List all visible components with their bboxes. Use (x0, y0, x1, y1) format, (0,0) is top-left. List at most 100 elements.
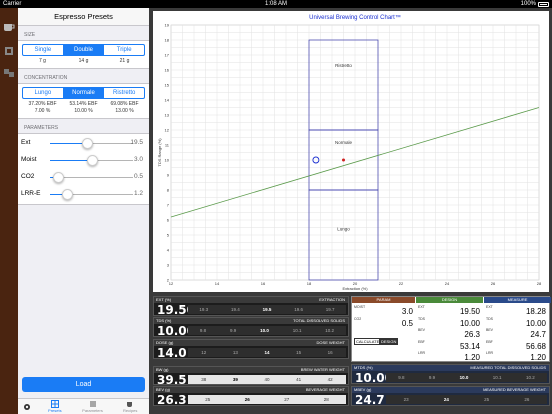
measure-value: 24.7 (530, 330, 546, 339)
gauge-value: 14.0 (157, 346, 187, 360)
chart-svg: RistrettoNormaleLungo12 14 16 18 20 22 24 26 282… (157, 14, 542, 291)
metric-key: LRR (486, 351, 494, 355)
size-card: Single Double Triple 7 g 14 g 21 g (18, 40, 149, 69)
param-slider-knob[interactable] (53, 172, 65, 183)
size-dose: 7 g (39, 58, 46, 64)
design-button[interactable]: DESIGN (379, 338, 399, 345)
y-tick-label: 12 (165, 128, 170, 133)
param-row: Ext 19.5 (18, 135, 149, 152)
scale-tick: 38 (201, 377, 207, 382)
gauge-scale[interactable]: 9.8 9.9 10.0 10.1 10.2 (188, 326, 346, 335)
param-slider-knob[interactable] (61, 189, 73, 200)
gauge-scale[interactable]: 9.8 9.9 10.0 10.1 10.2 (386, 373, 547, 382)
conc-option-lungo[interactable]: Lungo (23, 88, 64, 98)
scale-tick: 10.0 (260, 328, 269, 333)
table-header: PARAM (352, 297, 415, 303)
y-tick-label: 15 (165, 83, 170, 88)
param-row: LRR-E 1.2 (18, 186, 149, 203)
scale-tick: 10.1 (492, 375, 502, 380)
chart-title: Universal Brewing Control Chart™ (309, 14, 401, 21)
concentration-card: Lungo Normale Ristretto 37.20% EBF 53.14… (18, 83, 149, 119)
region-label: Ristretto (335, 63, 352, 68)
conc-option-ristretto[interactable]: Ristretto (104, 88, 144, 98)
scale-tick: 16 (327, 350, 333, 355)
tab-parameters[interactable]: Parameters (74, 399, 112, 414)
y-tick-label: 14 (165, 98, 170, 103)
region-label: Lungo (337, 227, 350, 232)
conc-ebf: 69.08% EBF (110, 101, 139, 107)
param-name: CO2 (21, 173, 35, 180)
param-slider-knob[interactable] (86, 155, 98, 166)
conc-ebf: 37.20% EBF (28, 101, 57, 107)
param-value: 1.2 (133, 190, 143, 197)
conc-option-normale[interactable]: Normale (63, 88, 105, 98)
size-option-triple[interactable]: Triple (104, 45, 144, 55)
param-key: CO2 (354, 316, 362, 321)
gauge-bw[interactable]: BW (g) BREW WATER WEIGHT 39.5 38 39 40 41 42 (153, 366, 349, 387)
metric-key: LRR (418, 351, 426, 355)
metric-key: EXT (486, 305, 493, 309)
tab-recipes[interactable]: Recipes (111, 399, 149, 414)
gauge-dose[interactable]: DOSE (g) DOSE WEIGHT 14.0 12 13 14 15 16 (153, 339, 349, 360)
size-dose-row: 7 g 14 g 21 g (22, 58, 145, 65)
tab-label: Presets (48, 408, 62, 413)
x-tick-label: 28 (537, 281, 542, 286)
gauge-scale[interactable]: 25 26 27 28 (188, 395, 346, 404)
x-axis-label: Extraction (%) (342, 286, 368, 291)
x-tick-label: 12 (169, 281, 174, 286)
cup-icon[interactable] (3, 22, 15, 32)
gauge-value: 39.5 (157, 373, 187, 387)
scale-tick: 19.5 (262, 307, 272, 312)
load-button[interactable]: Load (22, 377, 145, 392)
region-label: Normale (335, 140, 353, 145)
param-name: Moist (21, 156, 37, 163)
size-section-label: SIZE (24, 32, 36, 38)
tab-presets[interactable]: Presets (36, 399, 74, 414)
conc-ebf: 53.14% EBF (69, 101, 98, 107)
gauge-scale[interactable]: 38 39 40 41 42 (188, 375, 346, 384)
calculate-button[interactable]: CALCULATE (354, 338, 382, 345)
x-tick-label: 22 (399, 281, 404, 286)
gauge-title: EXTRACTION (319, 297, 345, 302)
scale-tick: 14 (264, 350, 270, 355)
parameters-card: Ext 19.5 Moist 3.0 CO2 0.5 LRR-E 1.2 (18, 133, 149, 205)
y-tick-label: 13 (165, 113, 170, 118)
concentration-section-label: CONCENTRATION (24, 75, 68, 81)
gauge-mtds[interactable]: MTDS (%) MEASURED TOTAL DISSOLVED SOLIDS… (351, 364, 550, 385)
scale-tick: 10.1 (292, 328, 302, 333)
param-name: Ext (21, 139, 31, 146)
gauge-mbev[interactable]: MBEV (g) MEASURED BEVERAGE WEIGHT 24.7 2… (351, 386, 550, 407)
brewing-control-chart: Ristretto Normale Lungo 12 14 16 18 20 22 24 26 28 2… (153, 11, 549, 292)
gauge-scale[interactable]: 19.3 19.4 19.5 19.6 19.7 (188, 305, 346, 314)
y-axis-label: TDS Range (%) (157, 138, 162, 167)
gauge-tds[interactable]: TDS (%) TOTAL DISSOLVED SOLIDS 10.00 9.8… (153, 317, 349, 338)
gauge-title: DOSE WEIGHT (316, 340, 345, 345)
param-value: 3.0 (133, 156, 143, 163)
gauge-scale[interactable]: 23 24 25 26 (386, 395, 547, 404)
param-slider-knob[interactable] (82, 138, 94, 149)
size-option-double[interactable]: Double (63, 45, 105, 55)
gauge-value: 24.7 (355, 393, 385, 407)
beans-icon[interactable] (3, 68, 15, 78)
table-header: MEASURE (484, 297, 551, 303)
y-tick-label: 10 (165, 158, 170, 163)
gauge-scale[interactable]: 12 13 14 15 16 (188, 348, 346, 357)
param-val: 0.5 (401, 318, 413, 328)
tab-label: Parameters (82, 408, 103, 413)
scale-tick: 24 (443, 397, 449, 402)
y-tick-label: 8 (167, 188, 170, 193)
metric-key: EBF (486, 339, 493, 344)
size-segmented-control: Single Double Triple (22, 44, 145, 56)
measure-value: 18.28 (525, 307, 546, 316)
size-option-single[interactable]: Single (23, 45, 64, 55)
y-tick-label: 6 (167, 218, 170, 223)
metric-key: TDS (418, 316, 425, 321)
settings-tab[interactable] (18, 399, 36, 414)
gauge-bev[interactable]: BEV (g) BEVERAGE WEIGHT 26.3 25 26 27 28 (153, 386, 349, 407)
grinder-icon[interactable] (3, 46, 15, 56)
gauge-ext[interactable]: EXT (%) EXTRACTION 19.50 19.3 19.4 19.5 19.… (153, 296, 349, 317)
y-tick-label: 11 (165, 143, 170, 148)
scale-tick: 9.8 (199, 328, 207, 333)
gauge-title: MEASURED TOTAL DISSOLVED SOLIDS (470, 365, 546, 370)
sliders-icon (89, 401, 96, 407)
